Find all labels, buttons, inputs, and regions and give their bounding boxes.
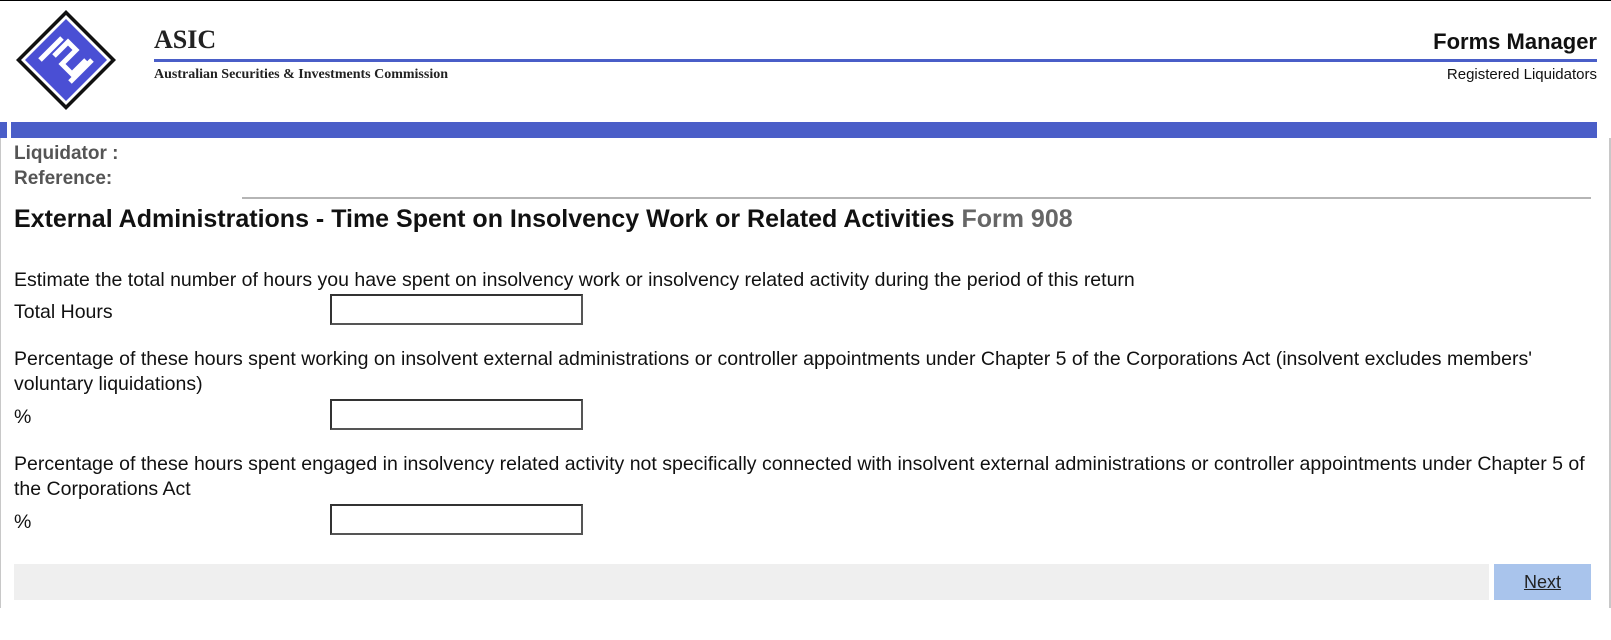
form-title-text: External Administrations - Time Spent on…: [14, 205, 955, 233]
page: ASIC Australian Securities & Investments…: [0, 0, 1611, 640]
liquidator-label: Liquidator :: [14, 143, 119, 164]
section-title: Registered Liquidators: [1446, 66, 1597, 83]
header-band-gap: [7, 122, 11, 138]
footer-bar: [14, 564, 1489, 600]
info-divider-right: [801, 197, 1591, 199]
reference-label: Reference:: [14, 168, 113, 189]
form-title: External Administrations - Time Spent on…: [14, 205, 1073, 234]
header-band: [0, 122, 1597, 138]
info-divider-left: [242, 197, 801, 199]
question-related-activity-percentage: Percentage of these hours spent engaged …: [14, 453, 1585, 500]
org-full-name: Australian Securities & Investments Comm…: [154, 67, 448, 82]
related-activity-percentage-input[interactable]: [330, 504, 583, 535]
insolvent-percentage-input[interactable]: [330, 399, 583, 430]
question-total-hours: Estimate the total number of hours you h…: [14, 269, 1135, 291]
insolvent-percentage-label: %: [14, 406, 32, 428]
left-frame-border: [0, 138, 1, 608]
next-button[interactable]: Next: [1494, 564, 1591, 600]
total-hours-label: Total Hours: [14, 301, 113, 323]
form-number: Form 908: [961, 205, 1073, 233]
app-title: Forms Manager: [1433, 29, 1597, 54]
header-divider: [154, 59, 1597, 62]
asic-diamond-logo-icon: [16, 10, 116, 110]
org-short-name: ASIC: [154, 25, 217, 54]
related-activity-percentage-label: %: [14, 511, 32, 533]
question-insolvent-percentage: Percentage of these hours spent working …: [14, 348, 1532, 395]
total-hours-input[interactable]: [330, 294, 583, 325]
